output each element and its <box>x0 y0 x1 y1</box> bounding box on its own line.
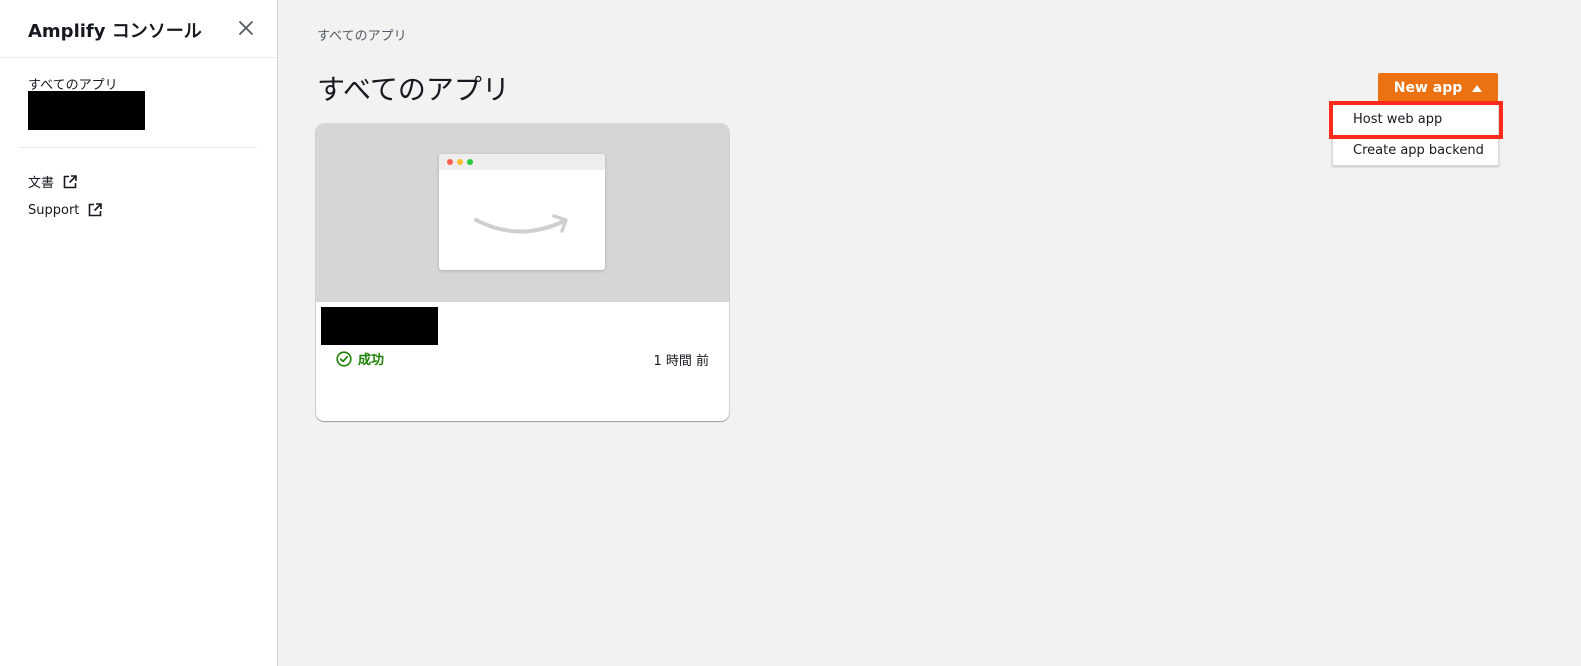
menu-item-create-app-backend[interactable]: Create app backend <box>1333 135 1500 166</box>
last-deploy-time: 1 時間 前 <box>653 354 709 369</box>
window-dot-red <box>447 159 453 165</box>
status-label: 成功 <box>358 353 385 368</box>
sidebar-header: Amplify コンソール <box>0 0 277 58</box>
page-title: すべてのアプリ <box>317 73 510 106</box>
app-card[interactable]: 成功 1 時間 前 <box>316 124 729 421</box>
new-app-dropdown: Host web app Create app backend <box>1332 103 1499 166</box>
app-root: Amplify コンソール すべてのアプリ 文書 Support すべてのアプリ… <box>0 0 1581 666</box>
menu-item-host-web-app[interactable]: Host web app <box>1333 104 1500 135</box>
external-link-icon <box>89 203 103 217</box>
sidebar-divider <box>19 147 257 148</box>
caret-up-icon <box>1472 84 1483 92</box>
sidebar-link-support[interactable]: Support <box>28 202 103 218</box>
amazon-smile-logo <box>474 214 568 234</box>
window-titlebar <box>439 154 605 170</box>
sidebar-title: Amplify コンソール <box>28 21 202 42</box>
sidebar-link-docs[interactable]: 文書 <box>28 172 78 191</box>
window-dot-yellow <box>457 159 463 165</box>
window-dot-green <box>467 159 473 165</box>
app-name-redacted[interactable] <box>321 307 438 345</box>
sidebar-app-redacted[interactable] <box>28 91 145 130</box>
deploy-status: 成功 <box>336 349 384 368</box>
main-content: すべてのアプリ すべてのアプリ New app Host web app Cre… <box>279 0 1581 666</box>
new-app-button[interactable]: New app <box>1378 73 1498 103</box>
external-link-icon <box>63 174 77 188</box>
app-preview <box>316 124 729 302</box>
sidebar-link-label: Support <box>28 202 80 218</box>
close-icon[interactable] <box>236 18 256 38</box>
breadcrumb[interactable]: すべてのアプリ <box>317 25 407 44</box>
check-circle-icon <box>336 350 352 367</box>
new-app-button-label: New app <box>1393 80 1463 96</box>
browser-window-illustration <box>439 154 605 270</box>
sidebar: Amplify コンソール すべてのアプリ 文書 Support <box>0 0 278 666</box>
sidebar-link-label: 文書 <box>28 176 55 191</box>
